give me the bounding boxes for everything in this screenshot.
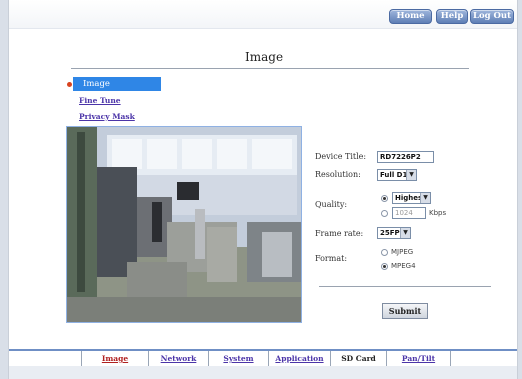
device-title-input[interactable]: RD7226P2 [377,151,434,163]
resolution-select[interactable]: Full D1 ▼ [377,169,417,181]
page-frame: Home Help Log Out Image Image Fine Tune … [8,0,518,379]
format-mjpeg-label: MJPEG [391,248,414,256]
help-button[interactable]: Help [436,9,468,24]
home-button[interactable]: Home [389,9,432,24]
tab-image[interactable]: Image [81,351,149,366]
form-divider [319,286,491,287]
quality-bitrate-radio[interactable] [381,210,388,217]
camera-scene-image [67,127,301,322]
bitrate-input[interactable]: 1024 [392,207,426,219]
tab-pan-tilt[interactable]: Pan/Tilt [387,351,451,366]
logout-button[interactable]: Log Out [470,9,514,24]
quality-label: Quality: [315,200,348,209]
device-title-label: Device Title: [315,152,367,161]
title-divider [71,68,469,69]
page-title: Image [245,50,284,64]
format-label: Format: [315,254,348,263]
chevron-down-icon: ▼ [406,170,416,180]
tab-application[interactable]: Application [269,351,331,366]
format-mjpeg-radio[interactable] [381,249,388,256]
sidebar-item-fine-tune[interactable]: Fine Tune [79,96,121,105]
sidebar-item-privacy-mask[interactable]: Privacy Mask [79,112,135,121]
top-bar: Home Help Log Out [9,0,517,29]
submit-button[interactable]: Submit [382,303,428,319]
chevron-down-icon: ▼ [420,193,430,203]
bottom-strip [9,366,517,379]
tab-sd-card[interactable]: SD Card [331,351,387,366]
resolution-value: Full D1 [380,171,408,179]
format-mpeg4-radio[interactable] [381,263,388,270]
sidebar-item-image[interactable]: Image [73,77,161,91]
camera-preview [66,126,302,323]
quality-preset-radio[interactable] [381,195,388,202]
format-mpeg4-label: MPEG4 [391,262,416,270]
tab-system[interactable]: System [209,351,269,366]
frame-rate-label: Frame rate: [315,229,364,238]
bitrate-unit: Kbps [429,209,447,217]
quality-select[interactable]: Highest ▼ [392,192,431,204]
resolution-label: Resolution: [315,170,361,179]
tab-network[interactable]: Network [149,351,209,366]
active-bullet-icon [67,82,72,87]
chevron-down-icon: ▼ [400,228,410,238]
frame-rate-select[interactable]: 25FPS ▼ [377,227,411,239]
